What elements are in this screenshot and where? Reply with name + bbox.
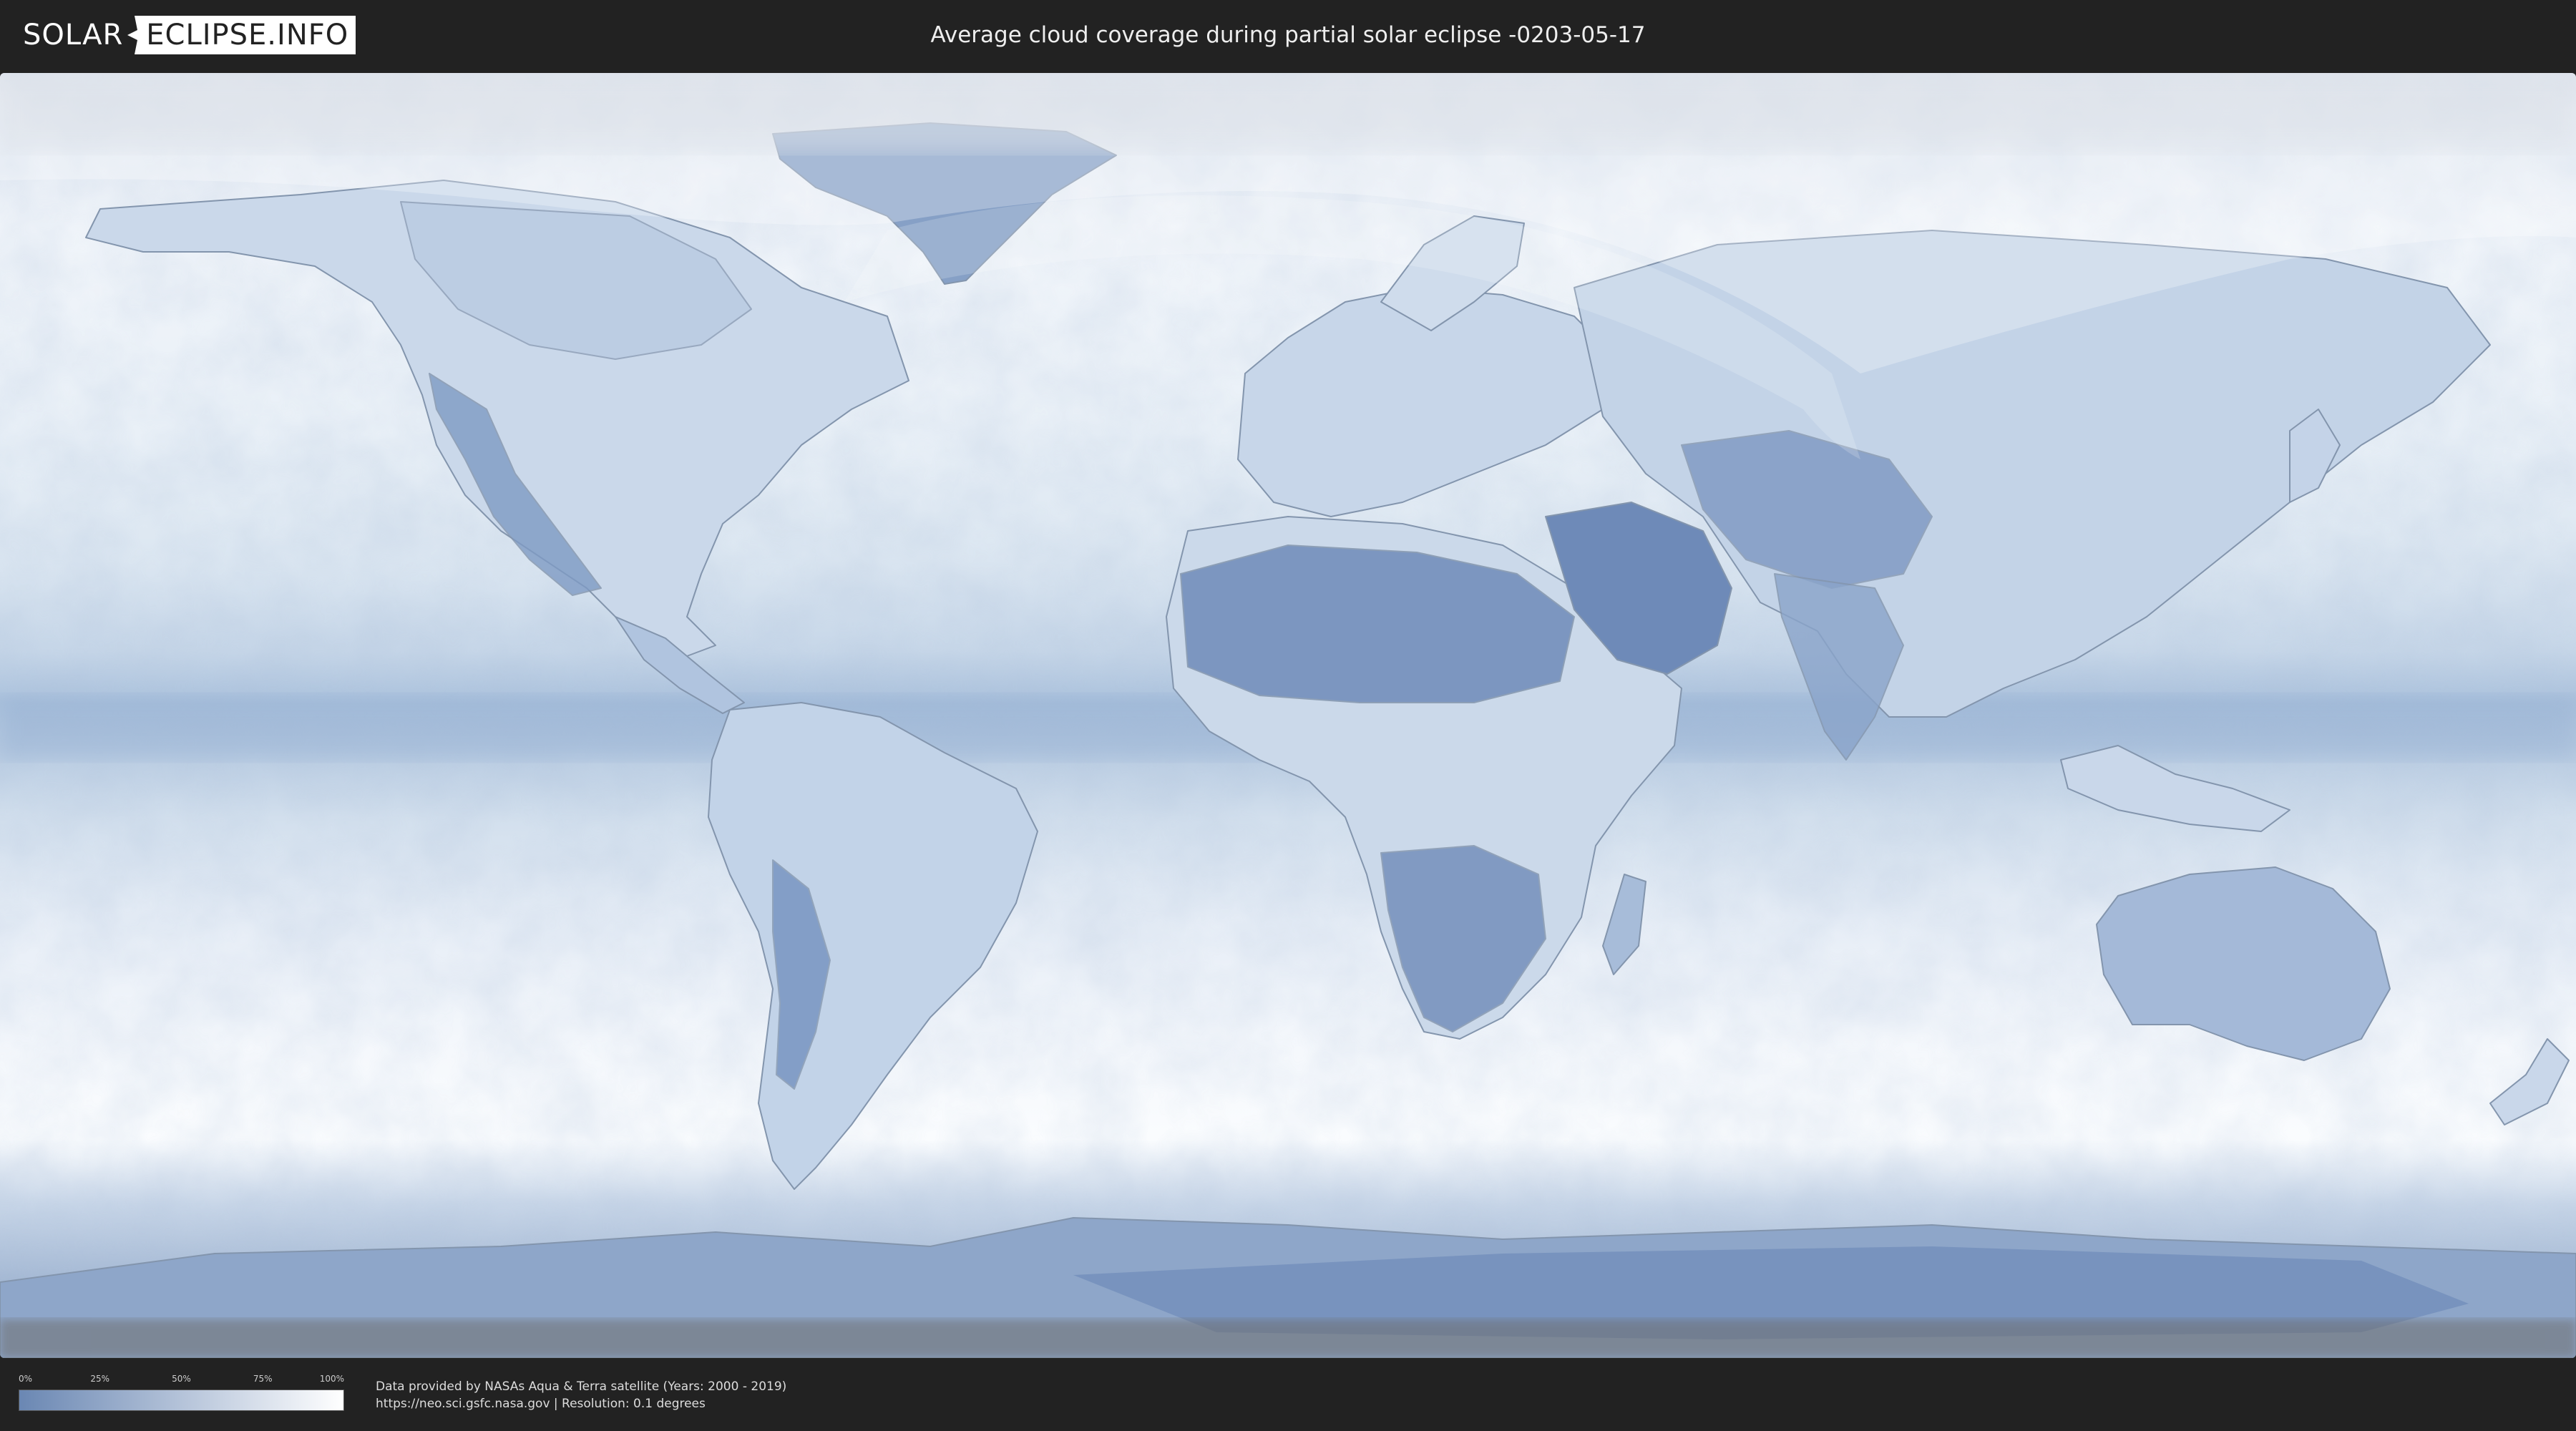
map-bottom-shade: [0, 1319, 2576, 1358]
source-line-provider: Data provided by NASAs Aqua & Terra sate…: [376, 1379, 787, 1394]
footer-bar: 0% 25% 50% 75% 100% Data provided by NASAs A…: [0, 1358, 2576, 1431]
cloud-coverage-legend: 0% 25% 50% 75% 100%: [19, 1374, 344, 1417]
page-title: Average cloud coverage during partial so…: [930, 22, 1646, 48]
legend-tick-label: 25%: [90, 1374, 110, 1384]
data-source: Data provided by NASAs Aqua & Terra sate…: [376, 1378, 786, 1412]
legend-tick-label: 100%: [319, 1374, 344, 1384]
cloud-coverage-map[interactable]: [0, 73, 2576, 1358]
legend-ticks: 0% 25% 50% 75% 100%: [19, 1374, 344, 1385]
header-bar: SOLAR ECLIPSE.INFO Average cloud coverag…: [0, 0, 2576, 70]
legend-tick-label: 50%: [172, 1374, 191, 1384]
source-line-url[interactable]: https://neo.sci.gsfc.nasa.gov | Resoluti…: [376, 1395, 786, 1412]
page: SOLAR ECLIPSE.INFO Average cloud coverag…: [0, 0, 2576, 1431]
world-map-svg: [0, 73, 2576, 1358]
legend-tick-label: 0%: [19, 1374, 33, 1384]
legend-gradient-bar: [19, 1390, 344, 1411]
legend-tick-label: 75%: [253, 1374, 273, 1384]
